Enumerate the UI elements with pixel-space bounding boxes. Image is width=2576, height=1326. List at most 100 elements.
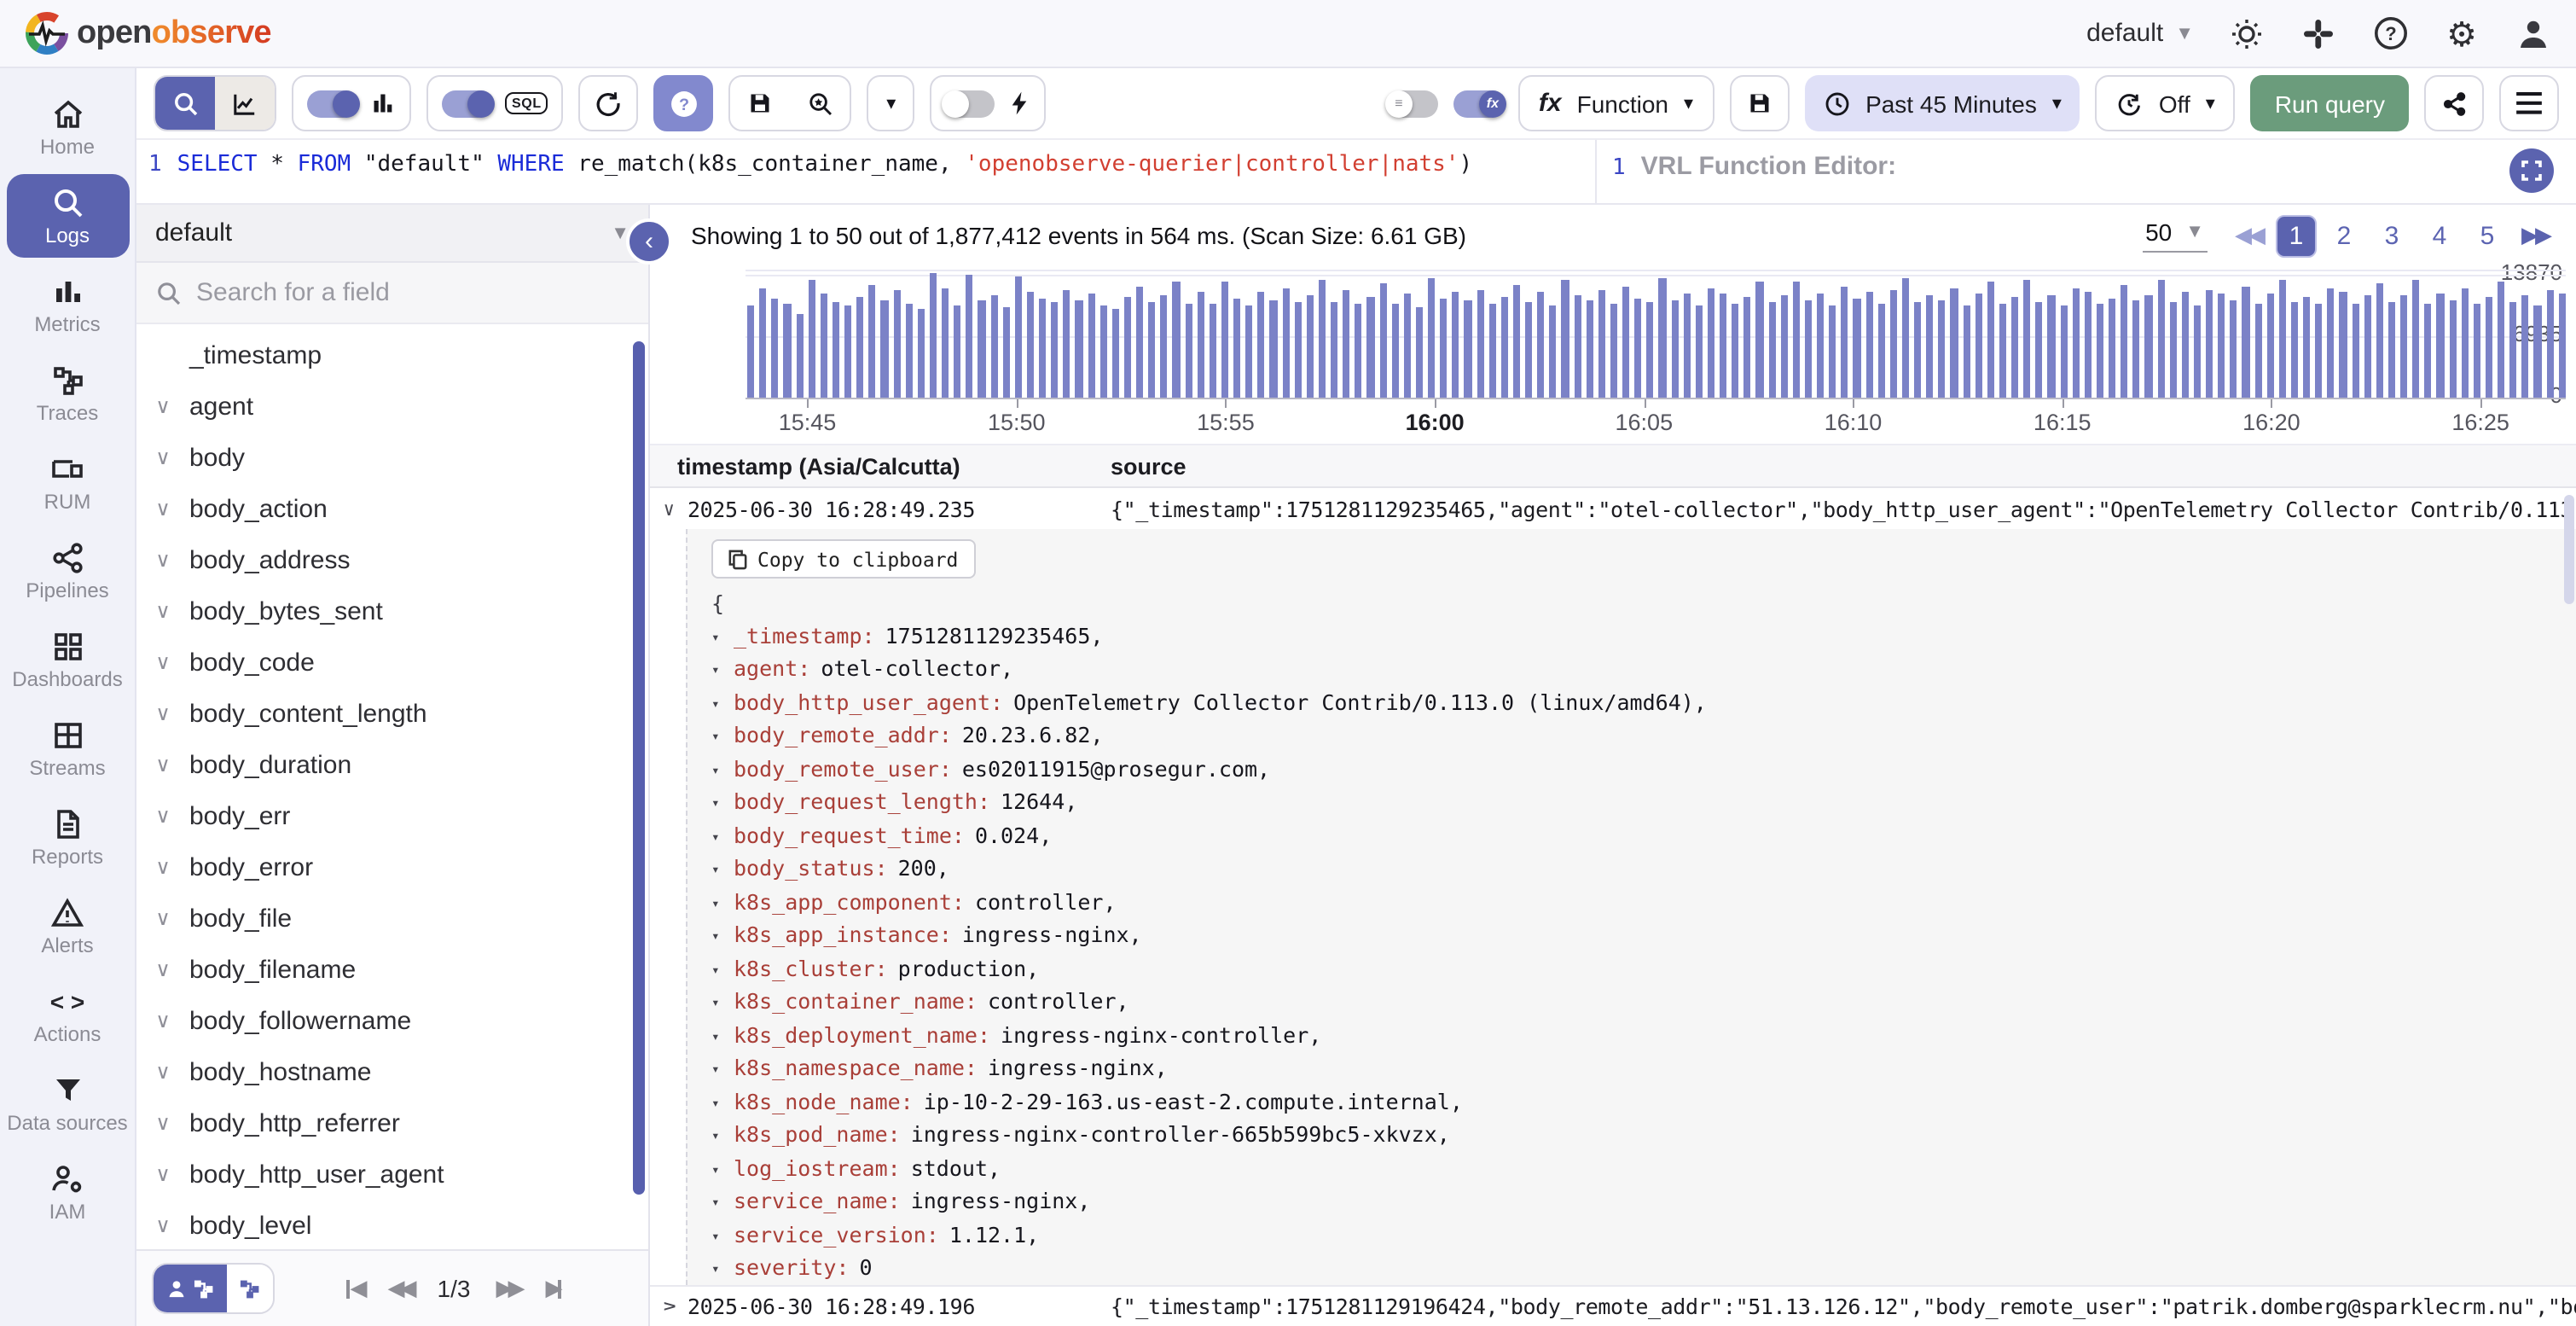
organization-select[interactable]: default ▼ [2086,19,2194,48]
saved-views-dropdown-button[interactable]: ▾ [867,75,915,131]
show-query-toggle[interactable]: ≡ [1389,90,1438,117]
results-scrollbar[interactable] [2564,495,2574,604]
field-item[interactable]: ∨ body_http_referrer [136,1097,648,1149]
theme-toggle-button[interactable] [2228,15,2266,52]
time-range-select[interactable]: Past 45 Minutes ▾ [1804,75,2080,131]
field-item[interactable]: ∨ body_level [136,1200,648,1249]
sql-mode-toggle[interactable] [442,90,491,117]
json-entry[interactable]: ▾service_version:1.12.1, [711,1219,2556,1253]
stream-select[interactable]: default ▼ [136,205,648,263]
per-page-select[interactable]: 50 ▼ [2142,218,2208,253]
json-entry[interactable]: ▾body_status:200, [711,853,2556,887]
field-item[interactable]: ∨ body_followername [136,995,648,1046]
sidebar-item-rum[interactable]: RUM [6,440,129,524]
sidebar-item-logs[interactable]: Logs [6,174,129,258]
save-function-button[interactable] [1729,75,1789,131]
copy-to-clipboard-button[interactable]: Copy to clipboard [711,539,975,579]
reset-filters-button[interactable] [579,75,639,131]
vrl-function-editor[interactable]: 1VRL Function Editor: [1595,140,2576,203]
sidebar-item-dashboards[interactable]: Dashboards [6,618,129,701]
json-entry[interactable]: ▾k8s_app_instance:ingress-nginx, [711,920,2556,953]
field-item[interactable]: ∨ body_duration [136,739,648,790]
json-entry[interactable]: ▾body_request_time:0.024, [711,820,2556,853]
search-mode-button[interactable] [155,75,215,131]
collapse-row-icon[interactable]: ∨ [650,497,688,520]
json-entry[interactable]: ▾body_http_user_agent:OpenTelemetry Coll… [711,687,2556,720]
field-item[interactable]: ∨ body_error [136,841,648,893]
field-item[interactable]: ∨ body_bytes_sent [136,585,648,637]
page-button[interactable]: 3 [2371,214,2412,257]
field-item[interactable]: ∨ body_http_user_agent [136,1149,648,1200]
run-query-button[interactable]: Run query [2251,75,2409,131]
json-entry[interactable]: ▾k8s_deployment_name:ingress-nginx-contr… [711,1020,2556,1053]
page-button[interactable]: 4 [2419,214,2460,257]
save-search-button[interactable] [731,75,791,131]
field-list-scrollbar[interactable] [633,341,645,1195]
collapse-fields-button[interactable]: ‹ [626,218,672,265]
account-button[interactable] [2515,15,2552,52]
quick-mode-toggle[interactable] [946,90,995,117]
sidebar-item-iam[interactable]: IAM [6,1150,129,1234]
field-item[interactable]: ∨ body_err [136,790,648,841]
json-entry[interactable]: ▾body_remote_addr:20.23.6.82, [711,720,2556,753]
settings-button[interactable]: ⚙ [2443,15,2480,52]
json-entry[interactable]: ▾k8s_namespace_name:ingress-nginx, [711,1053,2556,1086]
expand-row-icon[interactable]: ∨ [650,1295,688,1317]
field-item[interactable]: ∨ body_content_length [136,688,648,739]
field-item[interactable]: ∨ body_filename [136,944,648,995]
sidebar-item-reports[interactable]: Reports [6,795,129,879]
all-fields-view-button[interactable] [227,1265,273,1312]
next-pages-button[interactable]: ▶▶ [2521,222,2549,249]
json-entry[interactable]: ▾k8s_app_component:controller, [711,887,2556,920]
last-page-icon[interactable]: ▶ [545,1275,560,1302]
more-menu-button[interactable] [2499,75,2559,131]
sidebar-item-home[interactable]: Home [6,85,129,169]
vrl-editor-toggle[interactable]: fx [1453,90,1503,117]
json-entry[interactable]: ▾k8s_container_name:controller, [711,986,2556,1020]
first-page-icon[interactable]: ◀ [347,1275,363,1302]
sidebar-item-data-sources[interactable]: Data sources [6,1061,129,1145]
visualize-mode-button[interactable] [215,75,275,131]
share-link-button[interactable] [2424,75,2484,131]
user-fields-view-button[interactable] [154,1265,227,1312]
json-entry[interactable]: ▾agent:otel-collector, [711,654,2556,687]
field-item[interactable]: ∨ body_file [136,893,648,944]
slack-button[interactable] [2300,15,2337,52]
sidebar-item-traces[interactable]: Traces [6,352,129,435]
json-entry[interactable]: ▾_timestamp:1751281129235465, [711,620,2556,654]
field-item[interactable]: ∨ agent [136,381,648,432]
sidebar-item-metrics[interactable]: Metrics [6,263,129,346]
field-item[interactable]: ∨ body_action [136,483,648,534]
query-help-button[interactable]: ? [654,75,714,131]
log-row-collapsed[interactable]: ∨ 2025-06-30 16:28:49.196 {"_timestamp":… [650,1285,2576,1326]
json-entry[interactable]: ▾body_remote_user:es02011915@prosegur.co… [711,753,2556,787]
sidebar-item-alerts[interactable]: Alerts [6,884,129,968]
json-entry[interactable]: ▾service_name:ingress-nginx, [711,1186,2556,1219]
sidebar-item-pipelines[interactable]: Pipelines [6,529,129,613]
saved-views-button[interactable] [791,75,850,131]
sidebar-item-streams[interactable]: Streams [6,707,129,790]
page-button[interactable]: 1 [2276,214,2317,257]
json-entry[interactable]: ▾log_iostream:stdout, [711,1153,2556,1186]
field-item[interactable]: ∨ body_address [136,534,648,585]
json-entry[interactable]: ▾k8s_pod_name:ingress-nginx-controller-6… [711,1120,2556,1153]
json-entry[interactable]: ▾severity:0 [711,1253,2556,1285]
field-item[interactable]: ∨ body_hostname [136,1046,648,1097]
log-row-expanded[interactable]: ∨ 2025-06-30 16:28:49.235 {"_timestamp":… [650,488,2576,529]
page-button[interactable]: 5 [2467,214,2508,257]
json-entry[interactable]: ▾k8s_cluster:production, [711,953,2556,986]
field-item[interactable]: ∨ body [136,432,648,483]
sql-query-editor[interactable]: 1SELECT * FROM "default" WHERE re_match(… [136,140,1595,203]
openobserve-logo[interactable]: openobserve [24,10,271,56]
json-entry[interactable]: ▾k8s_node_name:ip-10-2-29-163.us-east-2.… [711,1086,2556,1120]
refresh-interval-select[interactable]: Off ▾ [2096,75,2236,131]
expand-editor-button[interactable] [2509,148,2554,193]
sidebar-item-actions[interactable]: < > Actions [6,973,129,1056]
prev-pages-button[interactable]: ◀◀ [2235,222,2262,249]
histogram-toggle[interactable] [307,90,357,117]
page-button[interactable]: 2 [2324,214,2364,257]
field-item[interactable]: _timestamp [136,329,648,381]
next-page-icon[interactable]: ▶▶ [496,1275,519,1302]
histogram-bars[interactable] [746,270,2566,398]
field-item[interactable]: ∨ body_code [136,637,648,688]
